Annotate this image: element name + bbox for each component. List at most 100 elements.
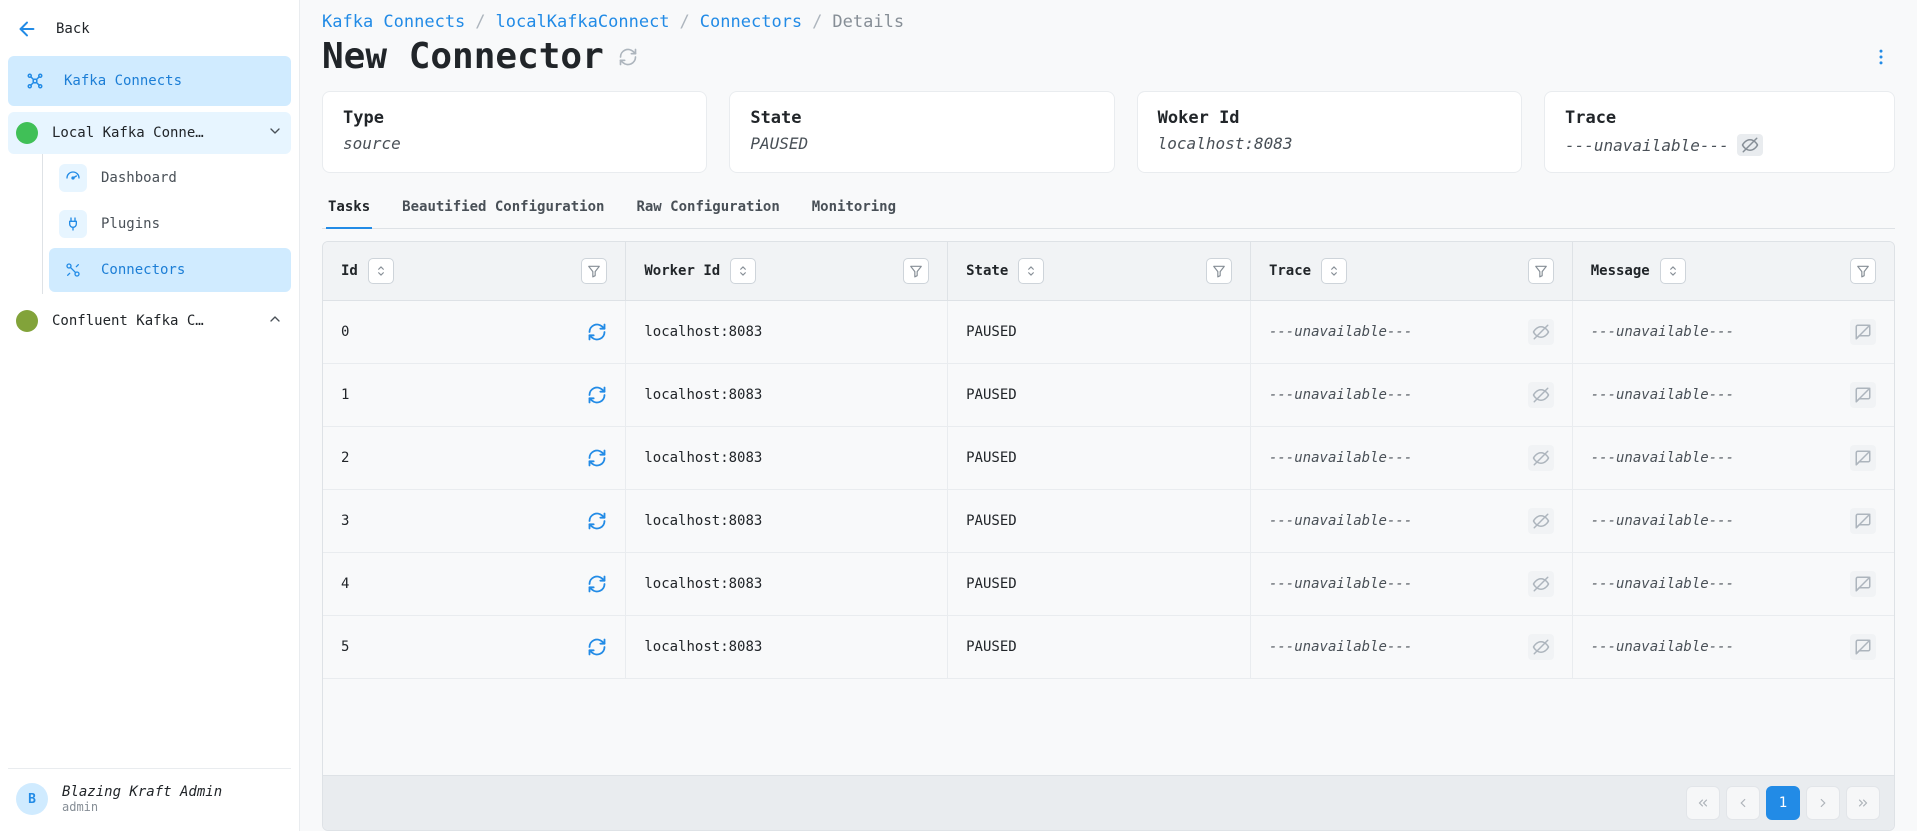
user-name: Blazing Kraft Admin — [62, 784, 222, 800]
message-off-icon[interactable] — [1850, 634, 1876, 660]
cell-worker: localhost:8083 — [644, 576, 762, 592]
chevron-up-icon — [267, 311, 283, 331]
cell-message: ---unavailable--- — [1591, 513, 1734, 529]
table-footer: 1 — [323, 775, 1894, 830]
sidebar-item-connectors[interactable]: Connectors — [49, 248, 291, 292]
cell-worker: localhost:8083 — [644, 513, 762, 529]
breadcrumb-link[interactable]: Kafka Connects — [322, 12, 465, 32]
cell-state: PAUSED — [966, 324, 1017, 340]
tab-tasks[interactable]: Tasks — [326, 189, 372, 229]
sidebar-item-label: Kafka Connects — [64, 73, 182, 89]
eye-off-icon[interactable] — [1528, 571, 1554, 597]
plug-icon — [59, 210, 87, 238]
cell-trace: ---unavailable--- — [1269, 324, 1412, 340]
filter-button[interactable] — [581, 258, 607, 284]
sort-button[interactable] — [1321, 258, 1347, 284]
cluster-label: Local Kafka Conne… — [52, 125, 253, 141]
tab-beautified-config[interactable]: Beautified Configuration — [400, 189, 606, 229]
message-off-icon[interactable] — [1850, 319, 1876, 345]
eye-off-icon[interactable] — [1528, 382, 1554, 408]
main-content: Kafka Connects / localKafkaConnect / Con… — [300, 0, 1917, 831]
page-number-button[interactable]: 1 — [1766, 786, 1800, 820]
sort-button[interactable] — [368, 258, 394, 284]
tabs: Tasks Beautified Configuration Raw Confi… — [322, 189, 1895, 229]
message-off-icon[interactable] — [1850, 571, 1876, 597]
column-header: Trace — [1269, 263, 1311, 279]
connector-icon — [59, 256, 87, 284]
refresh-icon[interactable] — [618, 47, 638, 67]
card-worker-id: Woker Id localhost:8083 — [1137, 91, 1522, 173]
table-row[interactable]: 0localhost:8083PAUSED---unavailable-----… — [323, 301, 1894, 364]
restart-icon[interactable] — [587, 322, 607, 342]
cell-worker: localhost:8083 — [644, 639, 762, 655]
sort-button[interactable] — [1660, 258, 1686, 284]
page-prev-button[interactable] — [1726, 786, 1760, 820]
sort-button[interactable] — [730, 258, 756, 284]
cell-id: 5 — [341, 639, 349, 655]
message-off-icon[interactable] — [1850, 382, 1876, 408]
table-row[interactable]: 4localhost:8083PAUSED---unavailable-----… — [323, 553, 1894, 616]
arrow-left-icon — [16, 18, 38, 40]
filter-button[interactable] — [1850, 258, 1876, 284]
sidebar-item-dashboard[interactable]: Dashboard — [49, 156, 291, 200]
page-next-button[interactable] — [1806, 786, 1840, 820]
avatar: B — [16, 783, 48, 815]
eye-off-icon[interactable] — [1737, 134, 1763, 156]
cell-trace: ---unavailable--- — [1269, 576, 1412, 592]
cell-id: 0 — [341, 324, 349, 340]
table-row[interactable]: 1localhost:8083PAUSED---unavailable-----… — [323, 364, 1894, 427]
restart-icon[interactable] — [587, 448, 607, 468]
user-role: admin — [62, 800, 222, 814]
column-header: Message — [1591, 263, 1650, 279]
filter-button[interactable] — [1206, 258, 1232, 284]
eye-off-icon[interactable] — [1528, 508, 1554, 534]
breadcrumb-link[interactable]: Connectors — [700, 12, 802, 32]
cell-id: 4 — [341, 576, 349, 592]
page-first-button[interactable] — [1686, 786, 1720, 820]
cell-id: 2 — [341, 450, 349, 466]
sidebar-item-plugins[interactable]: Plugins — [49, 202, 291, 246]
table-row[interactable]: 2localhost:8083PAUSED---unavailable-----… — [323, 427, 1894, 490]
cluster-item-local[interactable]: Local Kafka Conne… — [8, 112, 291, 154]
cell-trace: ---unavailable--- — [1269, 639, 1412, 655]
back-button[interactable]: Back — [8, 8, 291, 50]
eye-off-icon[interactable] — [1528, 634, 1554, 660]
sidebar-item-label: Dashboard — [101, 170, 177, 186]
cell-message: ---unavailable--- — [1591, 387, 1734, 403]
cluster-item-confluent[interactable]: Confluent Kafka C… — [8, 300, 291, 342]
restart-icon[interactable] — [587, 385, 607, 405]
eye-off-icon[interactable] — [1528, 445, 1554, 471]
eye-off-icon[interactable] — [1528, 319, 1554, 345]
message-off-icon[interactable] — [1850, 508, 1876, 534]
cell-state: PAUSED — [966, 387, 1017, 403]
user-footer[interactable]: B Blazing Kraft Admin admin — [8, 768, 291, 823]
tasks-table: Id Worker Id — [322, 241, 1895, 831]
card-trace: Trace ---unavailable--- — [1544, 91, 1895, 173]
cell-state: PAUSED — [966, 576, 1017, 592]
more-menu-button[interactable] — [1867, 43, 1895, 71]
cell-message: ---unavailable--- — [1591, 450, 1734, 466]
cell-trace: ---unavailable--- — [1269, 450, 1412, 466]
cluster-subnav: Dashboard Plugins Connectors — [42, 154, 291, 294]
tab-monitoring[interactable]: Monitoring — [810, 189, 898, 229]
page-last-button[interactable] — [1846, 786, 1880, 820]
sidebar-item-kafka-connects[interactable]: Kafka Connects — [8, 56, 291, 106]
page-title: New Connector — [322, 36, 638, 77]
filter-button[interactable] — [1528, 258, 1554, 284]
table-row[interactable]: 3localhost:8083PAUSED---unavailable-----… — [323, 490, 1894, 553]
table-row[interactable]: 5localhost:8083PAUSED---unavailable-----… — [323, 616, 1894, 679]
cell-state: PAUSED — [966, 639, 1017, 655]
cluster-label: Confluent Kafka C… — [52, 313, 253, 329]
cell-message: ---unavailable--- — [1591, 324, 1734, 340]
tab-raw-config[interactable]: Raw Configuration — [634, 189, 781, 229]
cell-id: 1 — [341, 387, 349, 403]
restart-icon[interactable] — [587, 574, 607, 594]
filter-button[interactable] — [903, 258, 929, 284]
sort-button[interactable] — [1018, 258, 1044, 284]
message-off-icon[interactable] — [1850, 445, 1876, 471]
breadcrumb-link[interactable]: localKafkaConnect — [496, 12, 670, 32]
cell-worker: localhost:8083 — [644, 387, 762, 403]
gauge-icon — [59, 164, 87, 192]
restart-icon[interactable] — [587, 511, 607, 531]
restart-icon[interactable] — [587, 637, 607, 657]
